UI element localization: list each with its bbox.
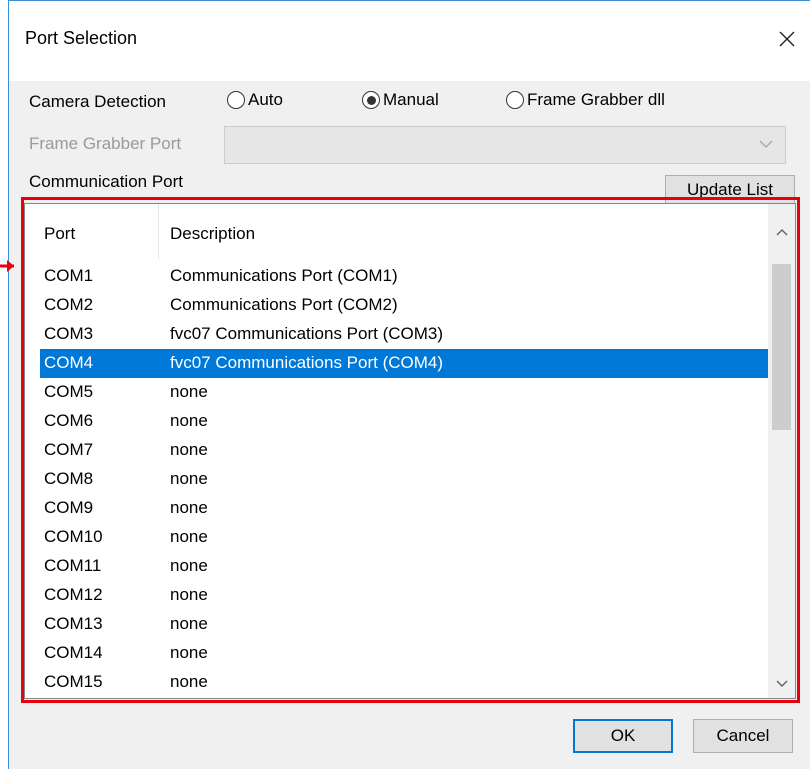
port-cell: COM14 [44,643,103,662]
list-row[interactable]: COM1 Communications Port (COM1) [25,262,770,291]
port-cell: COM1 [44,266,94,285]
close-button[interactable] [767,19,807,59]
column-header-port[interactable]: Port [44,224,75,244]
chevron-up-icon [776,229,787,236]
radio-label-frame-grabber-dll: Frame Grabber dll [527,90,665,109]
chevron-down-icon [759,140,773,148]
chevron-down-icon [776,680,787,687]
close-icon [779,31,795,47]
radio-circle-auto [227,91,245,109]
port-cell: COM11 [44,556,102,575]
annotation-arrow-icon [0,260,14,272]
radio-label-manual: Manual [383,90,439,109]
column-separator[interactable] [158,204,159,259]
frame-grabber-port-label: Frame Grabber Port [29,134,182,153]
port-cell: COM8 [44,469,94,488]
description-cell: none [170,382,208,401]
list-row[interactable]: COM11 none [25,552,770,581]
port-cell: COM15 [44,672,103,691]
description-cell: none [170,498,208,517]
frame-grabber-port-select[interactable] [224,126,786,164]
radio-circle-manual [362,91,380,109]
port-cell: COM3 [44,324,94,343]
list-row[interactable]: COM10 none [25,523,770,552]
description-cell: none [170,585,208,604]
list-row[interactable]: COM9 none [25,494,770,523]
description-cell: none [170,672,208,691]
description-cell: Communications Port (COM1) [170,266,398,285]
list-row[interactable]: COM5 none [25,378,770,407]
column-header-description[interactable]: Description [170,224,255,244]
list-row[interactable]: COM13 none [25,610,770,639]
port-cell: COM7 [44,440,94,459]
list-row[interactable]: COM14 none [25,639,770,668]
scroll-thumb[interactable] [772,264,791,430]
scroll-up-button[interactable] [768,218,795,246]
list-row[interactable]: COM2 Communications Port (COM2) [25,291,770,320]
list-row[interactable]: COM7 none [25,436,770,465]
list-header: Port Description [25,204,770,259]
port-cell: COM6 [44,411,94,430]
title-bar: Port Selection [9,1,810,81]
list-row[interactable]: COM12 none [25,581,770,610]
description-cell: none [170,411,208,430]
camera-detection-label: Camera Detection [29,92,167,111]
list-row[interactable]: COM8 none [25,465,770,494]
cancel-button[interactable]: Cancel [693,719,793,753]
description-cell: none [170,469,208,488]
ok-button[interactable]: OK [573,719,673,753]
description-cell: Communications Port (COM2) [170,295,398,314]
list-row[interactable]: COM6 none [25,407,770,436]
update-list-button[interactable]: Update List [665,175,795,204]
port-cell: COM9 [44,498,94,517]
description-cell: fvc07 Communications Port (COM4) [170,353,444,372]
radio-frame-grabber-dll[interactable]: Frame Grabber dll [506,90,665,110]
radio-circle-frame-grabber-dll [506,91,524,109]
port-listview[interactable]: Port Description COM1 Communications Port… [24,203,796,699]
port-selection-dialog: Port Selection Camera Detection Auto Man… [8,0,810,769]
vertical-scrollbar[interactable] [768,204,795,698]
list-row-selected[interactable]: COM4 fvc07 Communications Port (COM4) [40,349,768,378]
scroll-down-button[interactable] [768,670,795,698]
window-title: Port Selection [25,28,138,48]
radio-auto[interactable]: Auto [227,90,283,110]
description-cell: none [170,643,208,662]
port-cell: COM5 [44,382,94,401]
description-cell: fvc07 Communications Port (COM3) [170,324,444,343]
list-row[interactable]: COM15 none [25,668,770,697]
port-rows: COM1 Communications Port (COM1) COM2 Commun… [25,262,770,697]
communication-port-label: Communication Port [29,172,184,191]
description-cell: none [170,440,208,459]
radio-label-auto: Auto [248,90,283,109]
description-cell: none [170,527,208,546]
port-cell: COM13 [44,614,103,633]
description-cell: none [170,614,208,633]
port-cell: COM2 [44,295,94,314]
description-cell: none [170,556,208,575]
port-cell: COM4 [44,353,94,372]
list-row[interactable]: COM3 fvc07 Communications Port (COM3) [25,320,770,349]
radio-selected-dot [366,95,376,105]
radio-manual[interactable]: Manual [362,90,439,110]
port-cell: COM10 [44,527,103,546]
port-cell: COM12 [44,585,103,604]
